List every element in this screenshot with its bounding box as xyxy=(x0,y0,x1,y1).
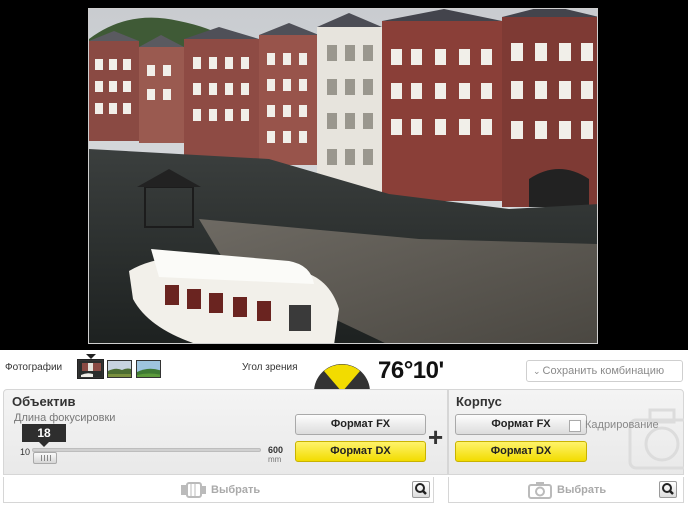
sample-photo xyxy=(88,8,598,344)
body-format-fx-button[interactable]: Формат FX xyxy=(455,414,587,435)
lens-select-label: Выбрать xyxy=(211,484,261,496)
focal-length-slider-handle[interactable] xyxy=(33,452,57,464)
lens-panel-title: Объектив xyxy=(12,394,76,409)
view-angle-label: Угол зрения xyxy=(242,362,298,373)
lens-search-button[interactable] xyxy=(412,481,430,498)
search-icon xyxy=(662,483,674,495)
body-panel-title: Корпус xyxy=(456,394,502,409)
thumbnail-field[interactable] xyxy=(107,360,132,378)
body-format-dx-button[interactable]: Формат DX xyxy=(455,441,587,462)
selected-thumbnail-caret xyxy=(86,354,96,359)
focal-length-slider-track[interactable] xyxy=(32,448,261,452)
focal-length-label: Длина фокусировки xyxy=(14,412,116,424)
lens-format-fx-button[interactable]: Формат FX xyxy=(295,414,426,435)
view-angle-indicator xyxy=(314,364,370,392)
focal-length-min: 10 xyxy=(20,447,31,457)
body-search-button[interactable] xyxy=(659,481,677,498)
view-angle-value: 76°10' xyxy=(378,357,444,384)
lens-icon xyxy=(181,482,206,498)
thumbnail-canal[interactable] xyxy=(77,359,104,379)
focal-length-max: 600 xyxy=(268,445,284,455)
lens-format-dx-button[interactable]: Формат DX xyxy=(295,441,426,462)
photo-viewer xyxy=(0,0,688,350)
photos-label: Фотографии xyxy=(5,362,63,373)
save-combination-label: Сохранить комбинацию xyxy=(542,365,665,377)
lens-select-bar[interactable]: Выбрать xyxy=(3,477,434,503)
chevron-down-icon: ⌄ xyxy=(533,366,541,376)
thumbnail-landscape[interactable] xyxy=(136,360,161,378)
focal-length-unit: mm xyxy=(268,455,282,464)
body-select-label: Выбрать xyxy=(557,484,607,496)
canal-photo-illustration xyxy=(89,9,597,343)
camera-watermark-icon xyxy=(628,408,684,470)
plus-sign: + xyxy=(428,422,444,452)
save-combination-button[interactable]: ⌄ Сохранить комбинацию xyxy=(526,360,683,382)
lens-simulator: Фотографии Угол зрения 76°10' ⌄ Сохранить… xyxy=(0,0,688,510)
camera-icon xyxy=(528,482,552,499)
search-icon xyxy=(415,483,427,495)
crop-checkbox[interactable] xyxy=(569,420,581,432)
crop-label: Кадрирование xyxy=(585,419,659,431)
body-select-bar[interactable]: Выбрать xyxy=(448,477,684,503)
focal-length-value: 18 xyxy=(22,424,66,447)
